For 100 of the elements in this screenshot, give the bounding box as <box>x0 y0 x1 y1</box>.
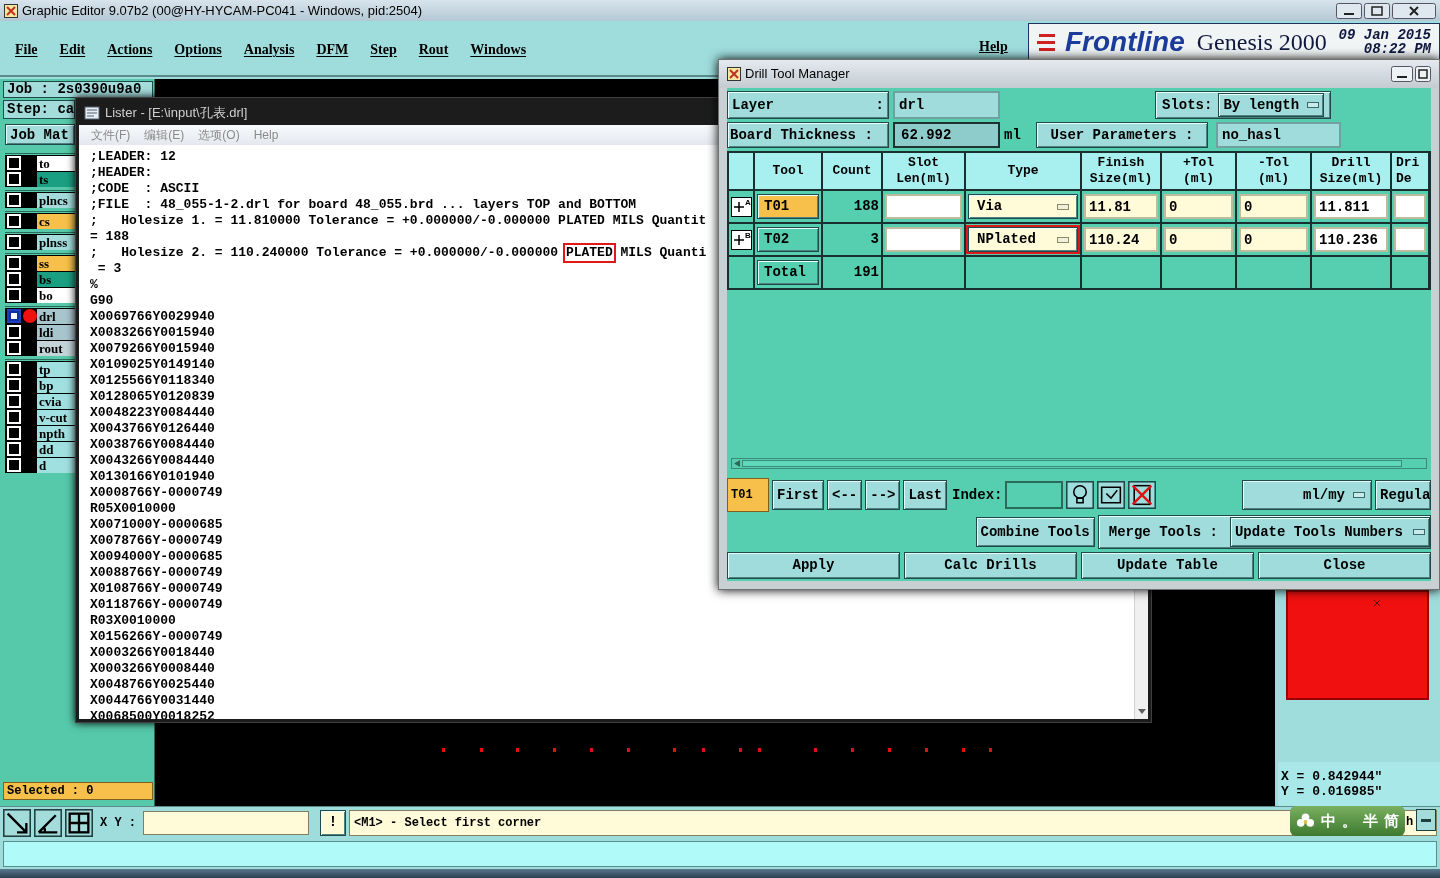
combine-tools-button[interactable]: Combine Tools <box>975 517 1095 547</box>
layer-name[interactable]: rout <box>37 340 75 356</box>
layer-name[interactable]: d <box>37 457 75 473</box>
dialog-button[interactable]: Close <box>1258 552 1431 579</box>
layer-name[interactable]: v-cut <box>37 409 75 425</box>
dropdown-icon <box>1353 492 1365 498</box>
layer-name[interactable]: bp <box>37 377 75 393</box>
layer-name[interactable]: cs <box>37 213 75 229</box>
regular-button[interactable]: Regula <box>1375 480 1431 510</box>
layer-button[interactable]: Layer : <box>727 91 889 119</box>
navigation-button[interactable]: --> <box>865 480 901 510</box>
slot-length-field[interactable] <box>885 227 962 252</box>
close-icon[interactable] <box>1392 2 1436 19</box>
layer-name[interactable]: to <box>37 155 75 171</box>
user-parameters-field[interactable]: no_hasl <box>1216 122 1341 148</box>
measure-icon[interactable] <box>34 808 62 837</box>
layer-name[interactable]: plncs <box>37 192 75 208</box>
navigation-button[interactable]: <-- <box>827 480 863 510</box>
layer-name[interactable]: ss <box>37 255 75 271</box>
maximize-icon[interactable] <box>1415 66 1431 82</box>
drill-size-field[interactable]: 110.236 <box>1314 227 1388 252</box>
minimize-icon[interactable] <box>1336 2 1362 19</box>
tool-button[interactable]: T01 <box>757 194 819 219</box>
layer-checkbox[interactable] <box>7 309 21 323</box>
finish-size-field[interactable]: 11.81 <box>1084 194 1158 219</box>
picture-icon[interactable] <box>1097 480 1126 510</box>
total-button[interactable]: Total <box>757 260 819 285</box>
dropdown-icon <box>1057 203 1069 210</box>
drill-size-field[interactable]: 11.811 <box>1314 194 1388 219</box>
drill-depth-field[interactable] <box>1394 227 1426 252</box>
zoom-window-icon[interactable] <box>3 808 31 837</box>
scroll-down-icon[interactable] <box>1137 709 1146 715</box>
units-dropdown[interactable]: ml/my <box>1242 480 1372 510</box>
plus-tolerance-field[interactable]: 0 <box>1164 227 1233 252</box>
layer-name[interactable]: cvia <box>37 393 75 409</box>
table-cell <box>729 257 753 288</box>
ime-label[interactable]: 简 <box>1384 809 1399 833</box>
layer-name[interactable]: bo <box>37 287 75 303</box>
job-matrix-button[interactable]: Job Mat <box>5 124 75 145</box>
delete-icon[interactable] <box>1128 480 1157 510</box>
layer-field[interactable]: drl <box>893 91 1000 119</box>
menu-item[interactable]: DFM <box>316 37 349 60</box>
user-parameters-button[interactable]: User Parameters : <box>1036 122 1208 148</box>
horizontal-scrollbar[interactable] <box>731 458 1427 469</box>
minimize-icon[interactable] <box>1391 66 1413 82</box>
finish-size-field[interactable]: 110.24 <box>1084 227 1158 252</box>
minus-tolerance-field[interactable]: 0 <box>1239 227 1308 252</box>
layer-name[interactable]: drl <box>37 308 75 324</box>
ime-label[interactable]: 中 <box>1321 809 1336 833</box>
slot-length-field[interactable] <box>885 194 962 219</box>
window-title: Graphic Editor 9.07b2 (00@HY-HYCAM-PC041 - Windows, pid:2504) <box>22 1 422 20</box>
scroll-left-icon[interactable] <box>732 459 742 468</box>
layer-name[interactable]: bs <box>37 271 75 287</box>
code-line: ;CODE : ASCII <box>90 181 200 197</box>
grid-icon[interactable] <box>65 808 93 837</box>
bulb-icon[interactable] <box>1066 480 1095 510</box>
ime-toolbar[interactable]: 中 。 半 简 <box>1290 806 1405 836</box>
menu-item[interactable]: Actions <box>107 37 153 60</box>
plus-tolerance-field[interactable]: 0 <box>1164 194 1233 219</box>
navigation-button[interactable]: First <box>772 480 824 510</box>
tool-button[interactable]: T02 <box>757 227 819 252</box>
expand-button[interactable]: B <box>731 229 752 250</box>
merge-tools-dropdown[interactable]: Update Tools Numbers <box>1229 517 1430 547</box>
menu-item[interactable]: File <box>15 37 38 60</box>
code-line: ;HEADER: <box>90 165 153 181</box>
dialog-button[interactable]: Calc Drills <box>904 552 1077 579</box>
layer-name[interactable]: npth <box>37 425 75 441</box>
menu-item[interactable]: Options <box>174 37 222 60</box>
menu-item[interactable]: Analysis <box>243 37 295 60</box>
ime-label[interactable]: 。 <box>1342 809 1357 833</box>
layer-name[interactable]: tp <box>37 361 75 377</box>
expand-button[interactable]: A <box>731 196 752 217</box>
dialog-button[interactable]: Apply <box>727 552 900 579</box>
drill-depth-field[interactable] <box>1394 194 1426 219</box>
menu-item[interactable]: Windows <box>470 37 527 60</box>
layer-name[interactable]: ts <box>37 171 75 187</box>
xy-label: X Y : <box>100 814 136 832</box>
thickness-field[interactable]: 62.992 <box>893 122 1000 148</box>
menu-item[interactable]: Edit <box>59 37 86 60</box>
thickness-label: Board Thickness : <box>727 122 889 148</box>
layer-name[interactable]: dd <box>37 441 75 457</box>
help-menu[interactable]: Help <box>979 36 1008 57</box>
minus-tolerance-field[interactable]: 0 <box>1239 194 1308 219</box>
navigation-button[interactable]: Last <box>903 480 948 510</box>
code-line: X0003266Y0008440 <box>90 661 215 677</box>
type-dropdown[interactable]: NPlated <box>968 227 1078 252</box>
xy-input-field[interactable] <box>143 810 309 835</box>
index-field[interactable] <box>1005 481 1064 509</box>
menu-item[interactable]: Rout <box>418 37 449 60</box>
slots-dropdown[interactable]: By length <box>1218 93 1325 117</box>
dropdown-icon[interactable] <box>1416 809 1436 831</box>
dropdown-icon <box>1413 529 1425 535</box>
prompt-text: <M1> - Select first corner <box>354 814 542 832</box>
maximize-icon[interactable] <box>1364 2 1390 19</box>
layer-name[interactable]: plnss <box>37 234 75 250</box>
dialog-button[interactable]: Update Table <box>1081 552 1254 579</box>
alert-button[interactable]: ! <box>320 809 346 836</box>
type-dropdown[interactable]: Via <box>968 194 1078 219</box>
menu-item[interactable]: Step <box>370 37 397 60</box>
layer-name[interactable]: ldi <box>37 324 75 340</box>
